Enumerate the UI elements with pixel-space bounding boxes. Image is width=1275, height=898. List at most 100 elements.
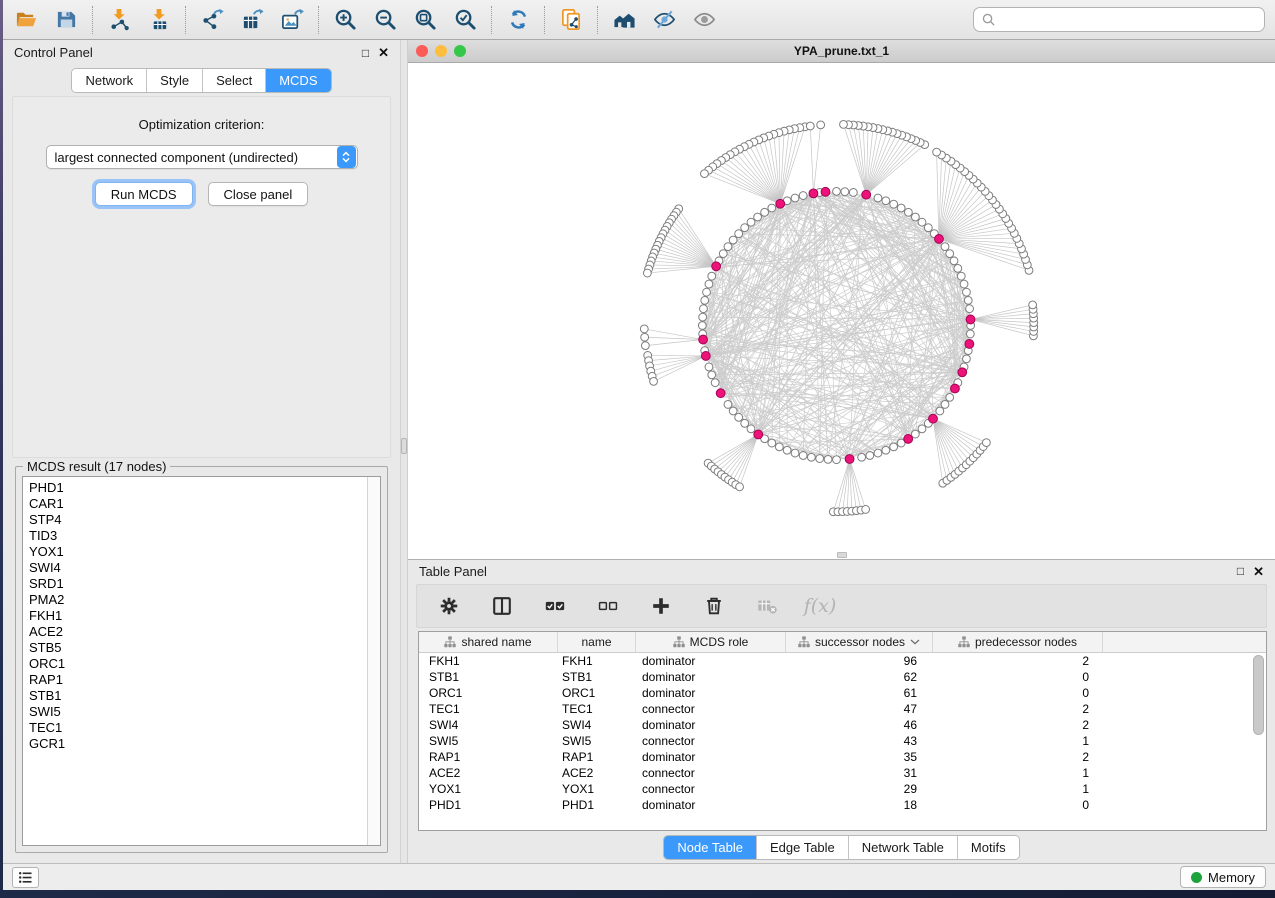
network-node[interactable] [866,452,874,460]
zoom-in-button[interactable] [332,7,358,33]
mcds-hub-node[interactable] [754,430,763,439]
network-node[interactable] [840,120,848,128]
network-node[interactable] [650,377,658,385]
network-node[interactable] [874,194,882,202]
mcds-result-item[interactable]: RAP1 [29,672,367,688]
mcds-result-item[interactable]: ORC1 [29,656,367,672]
network-node[interactable] [936,407,944,415]
network-node[interactable] [982,439,990,447]
network-node[interactable] [741,224,749,232]
network-node[interactable] [950,257,958,265]
search-box[interactable] [973,7,1265,32]
refresh-view-button[interactable] [505,7,531,33]
network-node[interactable] [918,218,926,226]
tab-network[interactable]: Network [72,69,146,92]
network-node[interactable] [882,197,890,205]
network-node[interactable] [966,305,974,313]
network-node[interactable] [849,189,857,197]
mcds-result-item[interactable]: ACE2 [29,624,367,640]
network-node[interactable] [824,455,832,463]
network-node[interactable] [862,506,870,514]
tab-node-table[interactable]: Node Table [664,836,756,859]
export-image-button[interactable] [279,7,305,33]
network-node[interactable] [640,325,648,333]
mcds-hub-node[interactable] [904,435,913,444]
network-node[interactable] [711,379,719,387]
import-network-button[interactable] [106,7,132,33]
mcds-hub-node[interactable] [862,190,871,199]
float-table-panel-icon[interactable]: □ [1237,565,1244,577]
open-file-button[interactable] [13,7,39,33]
mcds-hub-node[interactable] [716,389,725,398]
network-node[interactable] [791,449,799,457]
mcds-result-item[interactable]: SRD1 [29,576,367,592]
table-scrollbar[interactable] [1253,655,1264,820]
network-node[interactable] [747,218,755,226]
mcds-hub-node[interactable] [929,414,938,423]
zoom-fit-button[interactable] [412,7,438,33]
network-node[interactable] [698,322,706,330]
table-row[interactable]: TEC1TEC1connector472 [419,701,1266,717]
mcds-hub-node[interactable] [809,189,818,198]
network-node[interactable] [705,280,713,288]
tab-style[interactable]: Style [146,69,202,92]
table-row[interactable]: ORC1ORC1dominator610 [419,685,1266,701]
network-node[interactable] [841,188,849,196]
column-header-shared-name[interactable]: shared name [419,632,558,652]
table-scrollbar-thumb[interactable] [1253,655,1264,735]
network-node[interactable] [700,305,708,313]
mcds-hub-node[interactable] [776,199,785,208]
vertical-splitter[interactable] [400,40,408,863]
mcds-hub-node[interactable] [845,455,854,464]
mcds-hub-node[interactable] [951,384,960,393]
table-row[interactable]: RAP1RAP1dominator352 [419,749,1266,765]
network-node[interactable] [918,425,926,433]
search-input[interactable] [1001,13,1257,27]
network-node[interactable] [701,170,709,178]
network-node[interactable] [963,355,971,363]
task-history-button[interactable] [12,867,39,888]
close-panel-icon[interactable]: ✕ [378,46,389,59]
network-node[interactable] [1029,301,1037,309]
delete-column-button[interactable] [701,593,727,619]
network-node[interactable] [724,401,732,409]
network-node[interactable] [946,393,954,401]
save-session-button[interactable] [53,7,79,33]
close-panel-button[interactable]: Close panel [208,182,309,206]
network-node[interactable] [791,194,799,202]
mcds-hub-node[interactable] [935,235,944,244]
import-table-button[interactable] [146,7,172,33]
table-row[interactable]: YOX1YOX1connector291 [419,781,1266,797]
mcds-hub-node[interactable] [699,335,708,344]
network-node[interactable] [775,443,783,451]
tab-network-table[interactable]: Network Table [848,836,957,859]
mcds-result-list[interactable]: PHD1CAR1STP4TID3YOX1SWI4SRD1PMA2FKH1ACE2… [22,476,381,846]
table-row[interactable]: STB1STB1dominator620 [419,669,1266,685]
deselect-all-button[interactable] [595,593,621,619]
network-node[interactable] [705,363,713,371]
mcds-result-item[interactable]: STP4 [29,512,367,528]
mcds-result-item[interactable]: YOX1 [29,544,367,560]
mcds-result-item[interactable]: SWI5 [29,704,367,720]
network-node[interactable] [747,425,755,433]
network-node[interactable] [890,443,898,451]
network-node[interactable] [643,269,651,277]
network-node[interactable] [768,204,776,212]
network-node[interactable] [966,330,974,338]
network-node[interactable] [799,192,807,200]
mcds-result-item[interactable]: PHD1 [29,480,367,496]
mcds-hub-node[interactable] [712,262,721,271]
optimization-criterion-select[interactable]: largest connected component (undirected) [46,145,358,169]
mcds-result-item[interactable]: TID3 [29,528,367,544]
network-node[interactable] [768,439,776,447]
network-node[interactable] [858,453,866,461]
column-panel-button[interactable] [489,593,515,619]
column-header-successor-nodes[interactable]: successor nodes [786,632,933,652]
network-node[interactable] [729,407,737,415]
network-node[interactable] [833,187,841,195]
network-node[interactable] [954,264,962,272]
mcds-result-item[interactable]: PMA2 [29,592,367,608]
result-list-scrollbar[interactable] [367,477,380,845]
mcds-hub-node[interactable] [966,315,975,324]
table-row[interactable]: SWI4SWI4dominator462 [419,717,1266,733]
